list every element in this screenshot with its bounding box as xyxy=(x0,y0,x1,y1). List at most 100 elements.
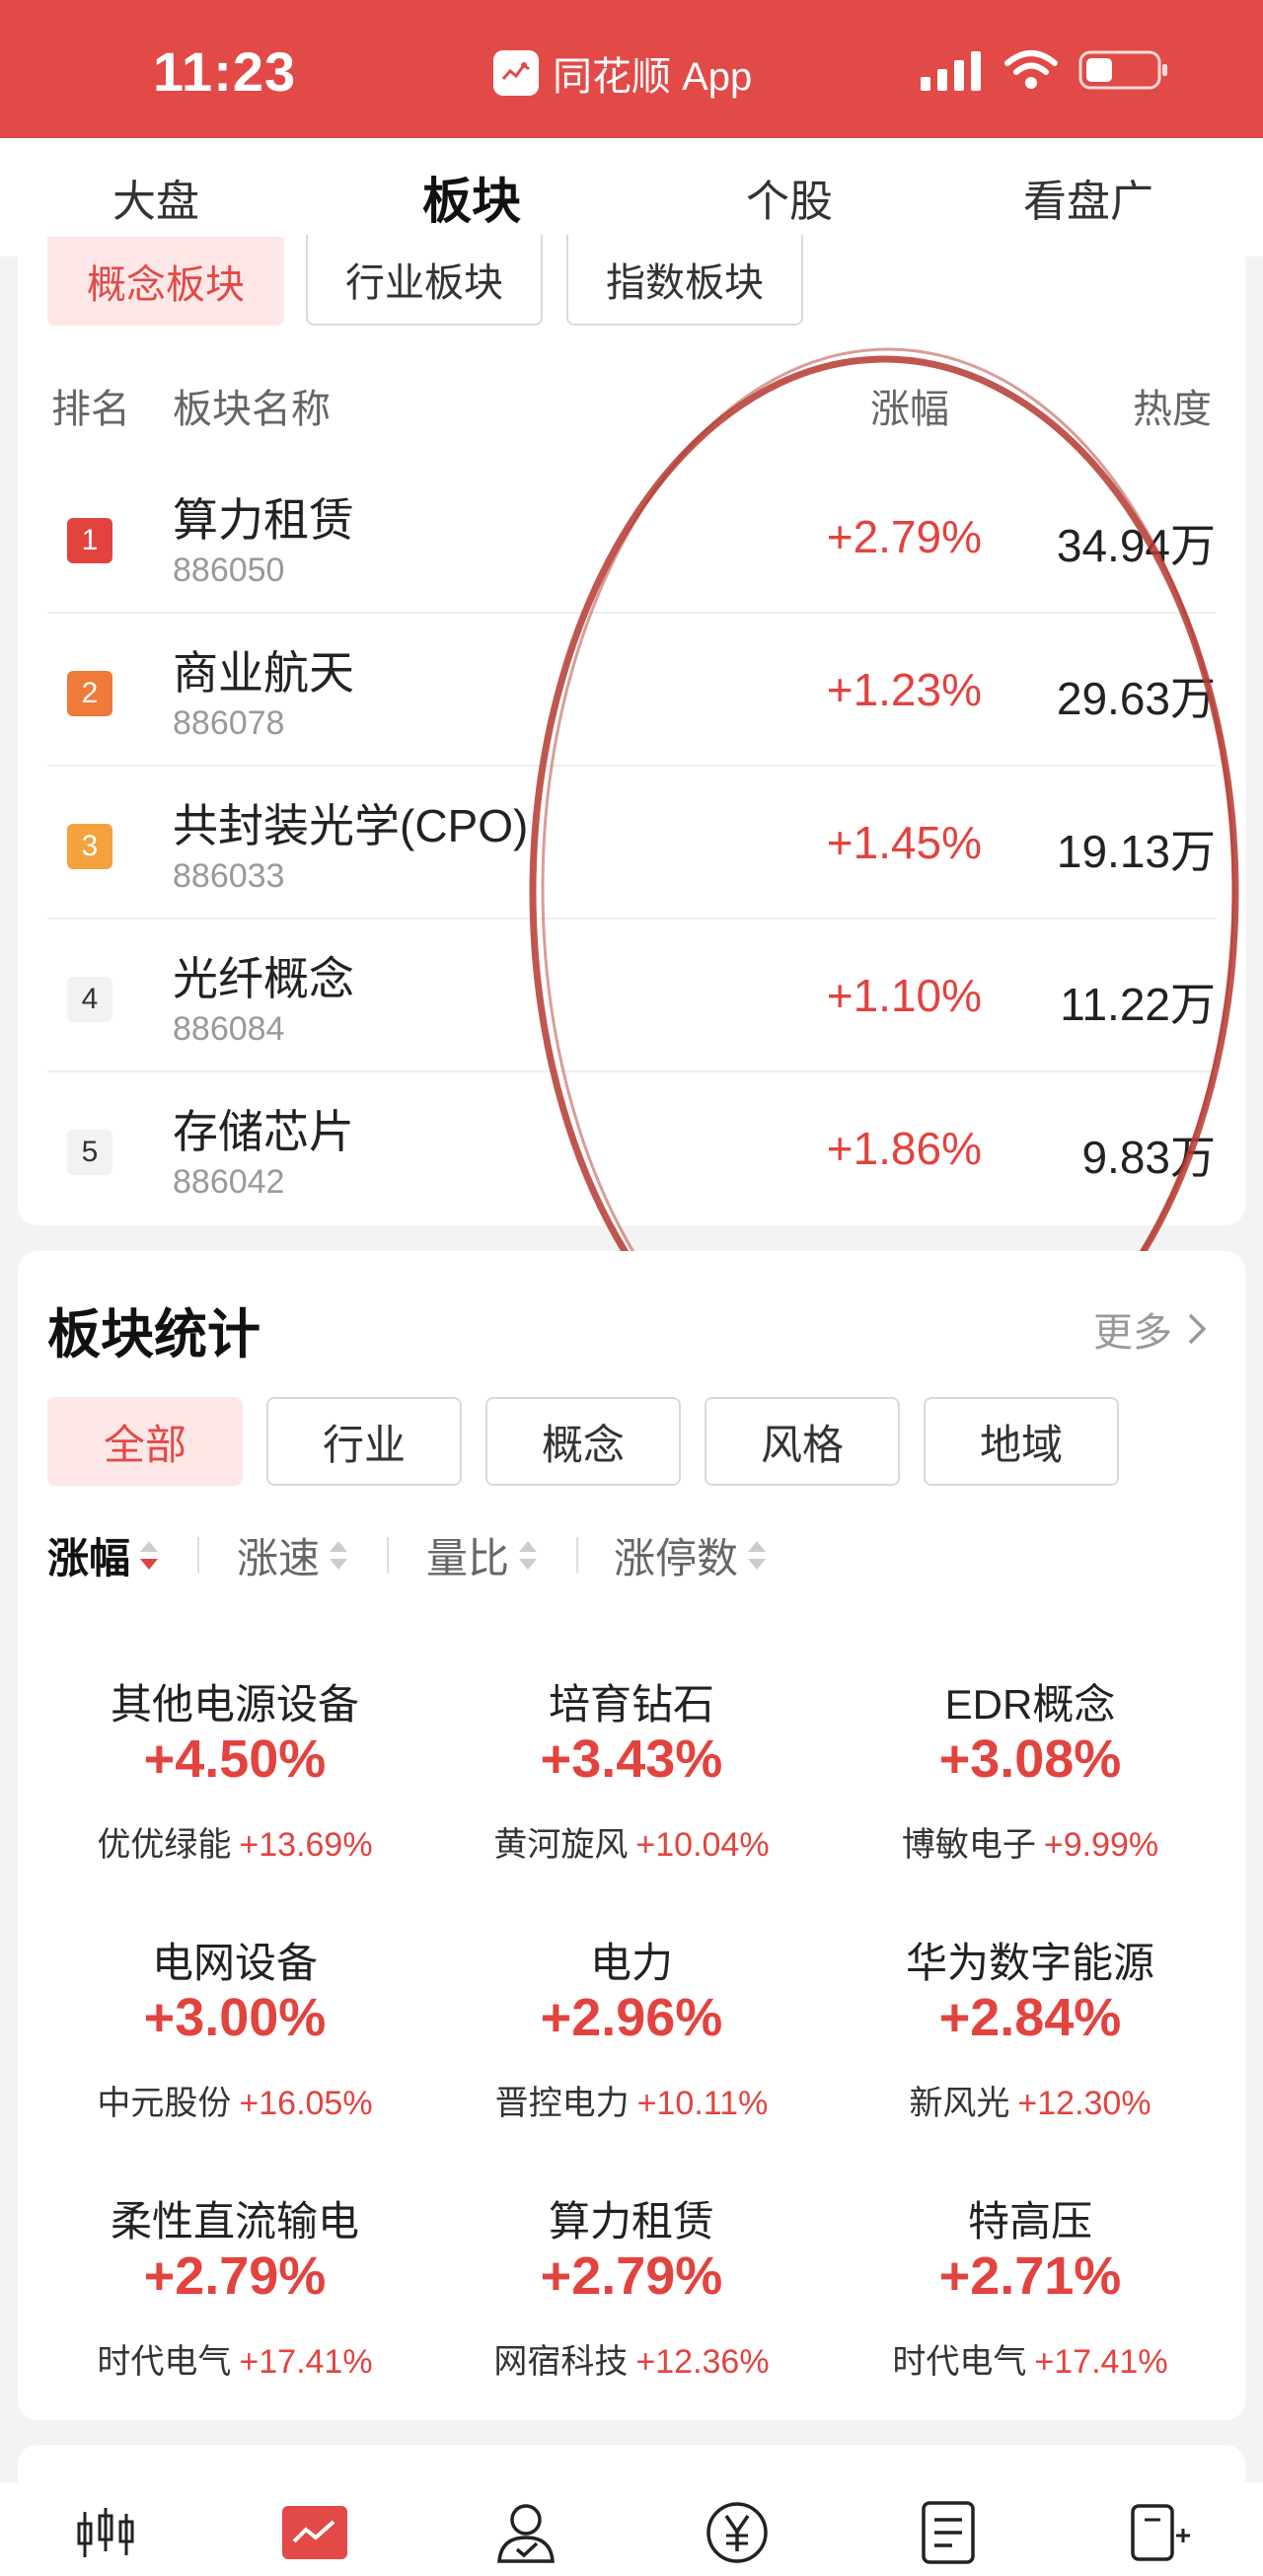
sector-stat-cell[interactable]: EDR概念 +3.08% 博敏电子 +9.99% xyxy=(831,1671,1229,1930)
table-row[interactable]: 2 商业航天 886078 +1.23% 29.63万 xyxy=(47,614,1216,767)
stat-leading-stock: 优优绿能 +13.69% xyxy=(36,1817,434,1866)
sector-heat: 9.83万 xyxy=(1081,1132,1216,1183)
tab-sector[interactable]: 板块 xyxy=(422,162,521,245)
leading-stock-name: 新风光 xyxy=(909,2085,1010,2122)
sort-icon xyxy=(330,1540,348,1570)
sort-speed-label: 涨速 xyxy=(237,1535,321,1582)
leading-stock-name: 中元股份 xyxy=(97,2085,232,2122)
sector-name: 存储芯片 xyxy=(173,1106,354,1157)
sector-heat: 29.63万 xyxy=(1056,673,1216,724)
sector-stat-cell[interactable]: 电网设备 +3.00% 中元股份 +16.05% xyxy=(36,1930,434,2188)
stat-sector-change: +2.71% xyxy=(938,2246,1122,2306)
tab-market[interactable]: 大盘 xyxy=(112,166,199,229)
header-rank: 排名 xyxy=(51,388,130,431)
leading-stock-change: +10.04% xyxy=(635,1826,770,1864)
sector-code: 886033 xyxy=(173,857,285,895)
sort-desc-icon xyxy=(140,1540,159,1570)
sort-change-label: 涨幅 xyxy=(47,1535,131,1582)
stat-leading-stock: 博敏电子 +9.99% xyxy=(831,1817,1229,1866)
sector-change: +2.79% xyxy=(826,511,982,562)
tab-stock[interactable]: 个股 xyxy=(746,166,833,229)
stat-sector-name: 华为数字能源 xyxy=(905,1940,1154,1986)
stat-leading-stock: 晋控电力 +10.11% xyxy=(432,2076,831,2124)
sector-stat-cell[interactable]: 算力租赁 +2.79% 网宿科技 +12.36% xyxy=(432,2188,831,2447)
leading-stock-name: 晋控电力 xyxy=(494,2085,630,2122)
sort-change[interactable]: 涨幅 xyxy=(47,1525,160,1585)
sector-stat-cell[interactable]: 电力 +2.96% 晋控电力 +10.11% xyxy=(432,1930,831,2188)
sector-stat-cell[interactable]: 柔性直流输电 +2.79% 时代电气 +17.41% xyxy=(36,2188,434,2447)
stat-sector-change: +3.08% xyxy=(938,1730,1122,1789)
rank-badge: 2 xyxy=(67,671,112,716)
stat-sector-name: 其他电源设备 xyxy=(110,1681,359,1728)
sector-change: +1.10% xyxy=(826,970,982,1021)
stat-sector-name: 算力租赁 xyxy=(548,2198,714,2245)
sector-name: 光纤概念 xyxy=(173,953,354,1004)
header-name: 板块名称 xyxy=(173,388,331,431)
leading-stock-change: +16.05% xyxy=(239,2085,373,2122)
filter-industry[interactable]: 行业 xyxy=(266,1397,462,1486)
table-row[interactable]: 4 光纤概念 886084 +1.10% 11.22万 xyxy=(47,920,1216,1072)
chip-index-sector[interactable]: 指数板块 xyxy=(566,235,803,326)
filter-concept[interactable]: 概念 xyxy=(485,1397,681,1486)
stat-sector-name: 电网设备 xyxy=(151,1940,318,1986)
sort-icon xyxy=(519,1540,538,1570)
sector-stat-cell[interactable]: 其他电源设备 +4.50% 优优绿能 +13.69% xyxy=(36,1671,434,1930)
status-icons xyxy=(921,49,1169,91)
chip-concept-sector[interactable]: 概念板块 xyxy=(47,237,284,326)
sector-code: 886042 xyxy=(173,1163,285,1201)
sector-code: 886078 xyxy=(173,704,285,742)
sector-stat-cell[interactable]: 华为数字能源 +2.84% 新风光 +12.30% xyxy=(831,1930,1229,2188)
table-row[interactable]: 5 存储芯片 886042 +1.86% 9.83万 xyxy=(47,1072,1216,1225)
rank-badge: 4 xyxy=(67,977,112,1022)
filter-style[interactable]: 风格 xyxy=(705,1397,900,1486)
table-row[interactable]: 1 算力租赁 886050 +2.79% 34.94万 xyxy=(47,461,1216,614)
filter-region[interactable]: 地域 xyxy=(924,1397,1119,1486)
status-app-indicator[interactable]: 同花顺 App xyxy=(493,44,752,102)
chevron-right-icon xyxy=(1188,1313,1207,1345)
sector-change: +1.45% xyxy=(826,817,982,868)
sort-divider xyxy=(576,1537,578,1573)
bottom-nav xyxy=(0,2482,1263,2576)
more-link[interactable]: 更多 xyxy=(1093,1300,1208,1358)
sector-code: 886084 xyxy=(173,1010,285,1048)
stat-sector-name: EDR概念 xyxy=(944,1681,1116,1728)
leading-stock-name: 优优绿能 xyxy=(97,1826,232,1864)
header-change[interactable]: 涨幅 xyxy=(870,377,949,434)
stat-sector-change: +2.79% xyxy=(540,2246,723,2306)
leading-stock-change: +12.36% xyxy=(635,2343,770,2381)
yuan-icon[interactable] xyxy=(703,2498,772,2567)
sort-speed[interactable]: 涨速 xyxy=(237,1525,349,1585)
leading-stock-name: 时代电气 xyxy=(97,2343,232,2381)
filter-all[interactable]: 全部 xyxy=(47,1397,243,1486)
user-icon[interactable] xyxy=(491,2498,560,2567)
app-logo-icon xyxy=(493,50,539,96)
chip-industry-sector[interactable]: 行业板块 xyxy=(306,235,543,326)
chart-icon[interactable] xyxy=(280,2498,349,2567)
leading-stock-change: +10.11% xyxy=(636,2085,769,2122)
sector-stat-cell[interactable]: 特高压 +2.71% 时代电气 +17.41% xyxy=(831,2188,1229,2447)
more-label: 更多 xyxy=(1093,1311,1172,1355)
rank-badge: 3 xyxy=(67,824,112,869)
document-icon[interactable] xyxy=(914,2498,983,2567)
sort-icon xyxy=(748,1540,767,1570)
sector-code: 886050 xyxy=(173,552,285,589)
sector-name: 共封装光学(CPO) xyxy=(173,800,529,851)
leading-stock-name: 黄河旋风 xyxy=(493,1826,629,1864)
sector-name: 商业航天 xyxy=(173,647,354,699)
leading-stock-name: 博敏电子 xyxy=(901,1826,1036,1864)
table-row[interactable]: 3 共封装光学(CPO) 886033 +1.45% 19.13万 xyxy=(47,767,1216,920)
leading-stock-change: +17.41% xyxy=(239,2343,373,2381)
trade-icon[interactable] xyxy=(1125,2498,1194,2567)
stat-sector-name: 电力 xyxy=(589,1940,673,1986)
sort-volume-ratio[interactable]: 量比 xyxy=(426,1525,539,1585)
candlestick-icon[interactable] xyxy=(71,2498,140,2567)
stat-sector-change: +3.43% xyxy=(540,1730,723,1789)
board-stats-card: 板块统计 更多 全部 行业 概念 风格 地域 涨幅 涨速 量比 涨停数 其他电源… xyxy=(18,1251,1245,2420)
header-heat[interactable]: 热度 xyxy=(1133,377,1212,434)
leading-stock-name: 网宿科技 xyxy=(493,2343,629,2381)
stat-leading-stock: 网宿科技 +12.36% xyxy=(432,2334,831,2383)
sector-heat: 11.22万 xyxy=(1060,979,1216,1030)
sector-stat-cell[interactable]: 培育钻石 +3.43% 黄河旋风 +10.04% xyxy=(432,1671,831,1930)
wifi-icon xyxy=(1004,50,1058,89)
sort-limit-up-count[interactable]: 涨停数 xyxy=(614,1525,768,1585)
